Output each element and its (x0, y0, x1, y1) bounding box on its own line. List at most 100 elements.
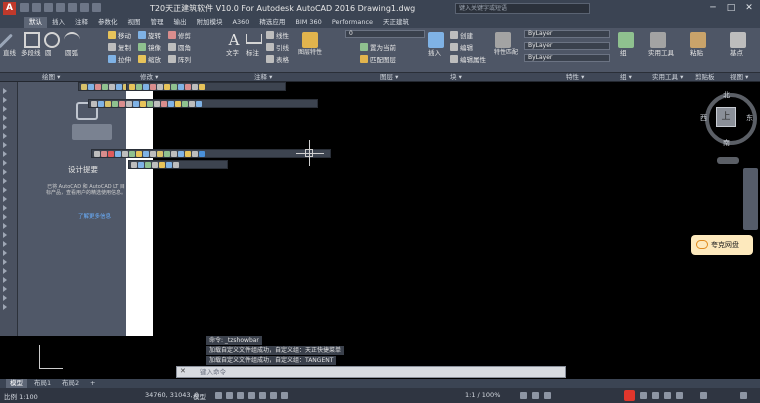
navigation-bar[interactable] (743, 168, 758, 230)
panel-title-groups[interactable]: 组 ▾ (620, 73, 632, 82)
sogou-ime-icon[interactable] (624, 390, 635, 401)
open-icon[interactable] (32, 3, 41, 12)
expand-arrow-icon[interactable] (3, 196, 7, 202)
autocad-app-icon[interactable]: A (3, 2, 16, 15)
layer-combo[interactable]: 0 (345, 30, 425, 38)
viewcube-west[interactable]: 西 (700, 113, 707, 123)
viewcube-east[interactable]: 东 (746, 113, 753, 123)
expand-arrow-icon[interactable] (3, 187, 7, 193)
floating-toolbar[interactable] (128, 160, 228, 169)
arc-icon[interactable] (64, 32, 80, 48)
paste-icon[interactable] (690, 32, 706, 48)
osnap-icon[interactable] (259, 392, 266, 399)
floating-toolbar[interactable] (126, 82, 286, 91)
tab-layout1[interactable]: 布局1 (30, 379, 55, 388)
expand-arrow-icon[interactable] (3, 115, 7, 121)
expand-arrow-icon[interactable] (3, 277, 7, 283)
dimension-icon[interactable] (246, 34, 262, 44)
menu-icon[interactable] (740, 392, 747, 399)
table-button[interactable]: 表格 (266, 54, 289, 64)
layer-properties-button[interactable]: 图层特性 (298, 47, 322, 56)
annotation-scale[interactable]: 1:1 / 100% (465, 391, 500, 399)
expand-arrow-icon[interactable] (3, 295, 7, 301)
panel-title-view[interactable]: 视图 ▾ (730, 73, 748, 82)
expand-arrow-icon[interactable] (3, 142, 7, 148)
line-button[interactable]: 直线 (3, 47, 16, 57)
circle-icon[interactable] (44, 32, 60, 48)
utilities-button[interactable]: 实用工具 (648, 47, 674, 57)
tab-annotate[interactable]: 注释 (70, 17, 93, 28)
polyline-icon[interactable] (24, 32, 40, 48)
redo-icon[interactable] (92, 3, 101, 12)
array-button[interactable]: 阵列 (168, 54, 191, 64)
save-icon[interactable] (44, 3, 53, 12)
tab-addins[interactable]: 附加模块 (192, 17, 228, 28)
tab-output[interactable]: 输出 (169, 17, 192, 28)
base-point-icon[interactable] (730, 32, 746, 48)
wcs-menu[interactable] (717, 157, 739, 164)
set-current-button[interactable]: 置为当前 (360, 42, 396, 52)
tab-insert[interactable]: 插入 (47, 17, 70, 28)
learn-more-link[interactable]: 了解更多信息 (78, 212, 111, 220)
color-combo[interactable]: ByLayer (524, 30, 610, 38)
search-input[interactable]: 键入关键字或短语 (455, 3, 590, 14)
panel-title-annotation[interactable]: 注释 ▾ (254, 73, 272, 82)
lineweight-combo[interactable]: ByLayer (524, 54, 610, 62)
floating-toolbar[interactable] (88, 99, 318, 108)
expand-arrow-icon[interactable] (3, 205, 7, 211)
close-button[interactable]: ✕ (740, 1, 758, 15)
viewcube-south[interactable]: 南 (723, 138, 730, 148)
expand-arrow-icon[interactable] (3, 178, 7, 184)
create-block-button[interactable]: 创建 (450, 30, 473, 40)
tab-view[interactable]: 视图 (123, 17, 146, 28)
ortho-icon[interactable] (237, 392, 244, 399)
expand-arrow-icon[interactable] (3, 286, 7, 292)
expand-arrow-icon[interactable] (3, 268, 7, 274)
polar-icon[interactable] (248, 392, 255, 399)
tab-performance[interactable]: Performance (327, 17, 378, 28)
expand-arrow-icon[interactable] (3, 169, 7, 175)
dimension-button[interactable]: 标注 (246, 47, 259, 57)
otrack-icon[interactable] (270, 392, 277, 399)
tab-default[interactable]: 默认 (24, 17, 47, 28)
tab-layout2[interactable]: 布局2 (58, 379, 83, 388)
command-line-input[interactable] (176, 366, 566, 378)
expand-arrow-icon[interactable] (3, 232, 7, 238)
tab-bim360[interactable]: BIM 360 (290, 17, 326, 28)
grid-icon[interactable] (215, 392, 222, 399)
expand-arrow-icon[interactable] (3, 151, 7, 157)
panel-title-properties[interactable]: 特性 ▾ (566, 73, 584, 82)
isolate-icon[interactable] (544, 392, 551, 399)
snap-icon[interactable] (226, 392, 233, 399)
panel-title-clipboard[interactable]: 剪贴板 (695, 73, 715, 82)
panel-title-draw[interactable]: 绘图 ▾ (42, 73, 60, 82)
group-icon[interactable] (618, 32, 634, 48)
floating-toolbar[interactable] (91, 149, 331, 158)
expand-arrow-icon[interactable] (3, 133, 7, 139)
insert-button[interactable]: 插入 (428, 47, 441, 57)
tab-model[interactable]: 模型 (6, 379, 27, 388)
text-button[interactable]: 文字 (226, 47, 239, 57)
panel-title-block[interactable]: 块 ▾ (450, 73, 462, 82)
expand-arrow-icon[interactable] (3, 241, 7, 247)
match-layer-button[interactable]: 匹配图层 (360, 54, 396, 64)
expand-arrow-icon[interactable] (3, 250, 7, 256)
expand-arrow-icon[interactable] (3, 214, 7, 220)
match-properties-icon[interactable] (495, 32, 511, 48)
scale-status[interactable]: 比例 1:100 (4, 391, 38, 401)
expand-arrow-icon[interactable] (3, 160, 7, 166)
insert-icon[interactable] (428, 32, 444, 48)
tab-parametric[interactable]: 参数化 (93, 17, 123, 28)
annotation-monitor-icon[interactable] (532, 392, 539, 399)
panel-title-layers[interactable]: 图层 ▾ (380, 73, 398, 82)
edit-attributes-button[interactable]: 编辑属性 (450, 54, 486, 64)
edit-block-button[interactable]: 编辑 (450, 42, 473, 52)
maximize-button[interactable]: □ (722, 1, 740, 15)
fillet-button[interactable]: 圆角 (168, 42, 191, 52)
save-as-icon[interactable] (56, 3, 65, 12)
paste-button[interactable]: 粘贴 (690, 47, 703, 57)
tab-a360[interactable]: A360 (228, 17, 255, 28)
expand-arrow-icon[interactable] (3, 259, 7, 265)
ime-toolbar-icon[interactable] (640, 392, 647, 399)
text-icon[interactable]: A (226, 32, 242, 48)
